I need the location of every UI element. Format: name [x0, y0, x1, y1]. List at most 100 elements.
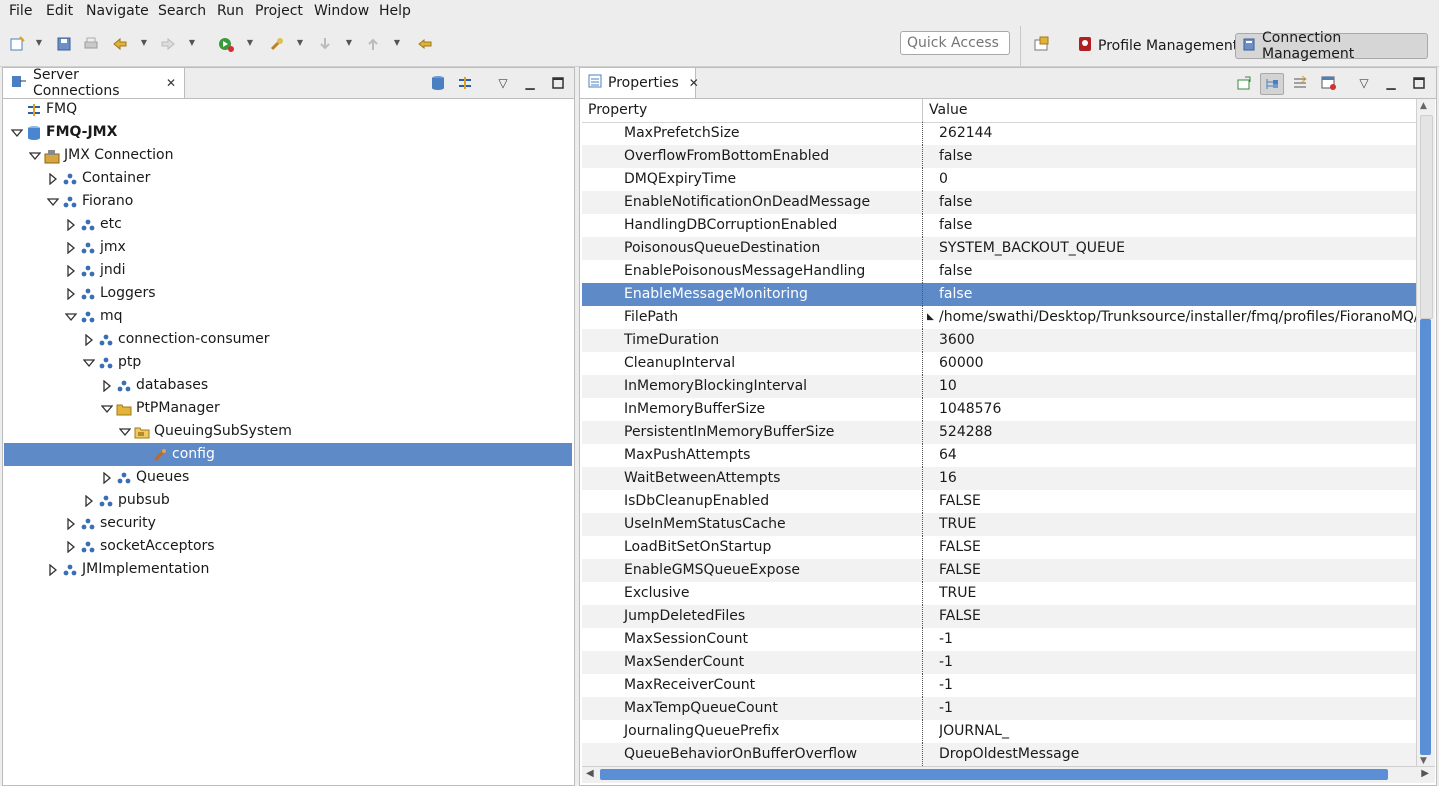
property-value[interactable]: 10: [939, 375, 1417, 398]
property-row[interactable]: MaxSessionCount -1: [582, 628, 1417, 651]
property-value[interactable]: 0: [939, 168, 1417, 191]
property-row[interactable]: OverflowFromBottomEnabled false: [582, 145, 1417, 168]
expanded-twisty-icon[interactable]: [46, 190, 60, 213]
scroll-down-icon[interactable]: ▼: [1420, 756, 1427, 766]
collapsed-twisty-icon[interactable]: [46, 167, 60, 190]
property-value[interactable]: false: [939, 145, 1417, 168]
property-value[interactable]: 262144: [939, 122, 1417, 145]
expanded-twisty-icon[interactable]: [10, 121, 24, 144]
menu-run[interactable]: Run: [217, 3, 244, 19]
property-value[interactable]: FALSE: [939, 490, 1417, 513]
property-value[interactable]: -1: [939, 674, 1417, 697]
property-row[interactable]: EnableNotificationOnDeadMessage false: [582, 191, 1417, 214]
chevron-down-icon[interactable]: ▼: [245, 37, 255, 49]
tab-server-connections[interactable]: Server Connections ✕: [3, 67, 185, 99]
expanded-twisty-icon[interactable]: [100, 397, 114, 420]
property-row[interactable]: EnableMessageMonitoring false: [582, 283, 1417, 306]
chevron-down-icon[interactable]: ▼: [139, 37, 149, 49]
forward-icon[interactable]: [159, 35, 177, 53]
scroll-right-icon[interactable]: ▶: [1421, 768, 1429, 779]
collapsed-twisty-icon[interactable]: [64, 282, 78, 305]
tree-node[interactable]: PtPManager: [4, 397, 572, 420]
property-row[interactable]: MaxSenderCount -1: [582, 651, 1417, 674]
collapsed-twisty-icon[interactable]: [64, 236, 78, 259]
minimize-icon[interactable]: ▁: [1382, 74, 1400, 92]
last-edit-icon[interactable]: [416, 35, 434, 53]
maximize-icon[interactable]: [1410, 74, 1428, 92]
expanded-twisty-icon[interactable]: [82, 351, 96, 374]
connect-icon[interactable]: [456, 74, 474, 92]
menu-search[interactable]: Search: [158, 3, 206, 19]
property-row[interactable]: EnableGMSQueueExpose FALSE: [582, 559, 1417, 582]
property-row[interactable]: QueueBehaviorOnBufferOverflow DropOldestM…: [582, 743, 1417, 766]
property-row[interactable]: IsDbCleanupEnabled FALSE: [582, 490, 1417, 513]
property-value[interactable]: 64: [939, 444, 1417, 467]
property-value[interactable]: JOURNAL_: [939, 720, 1417, 743]
property-value[interactable]: false: [939, 214, 1417, 237]
property-row[interactable]: InMemoryBlockingInterval 10: [582, 375, 1417, 398]
view-menu-icon[interactable]: ▽: [494, 74, 512, 92]
pin-to-selection-icon[interactable]: [1235, 74, 1253, 92]
run-icon[interactable]: [217, 35, 235, 53]
property-value[interactable]: 16: [939, 467, 1417, 490]
quick-access-input[interactable]: [900, 31, 1010, 55]
perspective-connection-management[interactable]: Connection Management: [1235, 30, 1428, 62]
tree-node[interactable]: security: [4, 512, 572, 535]
tree-node[interactable]: Container: [4, 167, 572, 190]
property-value[interactable]: 1048576: [939, 398, 1417, 421]
scroll-up-icon[interactable]: ▲: [1420, 101, 1427, 111]
tree-node[interactable]: databases: [4, 374, 572, 397]
property-row[interactable]: PersistentInMemoryBufferSize 524288: [582, 421, 1417, 444]
scroll-left-icon[interactable]: ◀: [586, 768, 594, 779]
tree-node[interactable]: Fiorano: [4, 190, 572, 213]
property-value[interactable]: FALSE: [939, 559, 1417, 582]
tree-node[interactable]: jndi: [4, 259, 572, 282]
vertical-scrollbar[interactable]: ▲ ▼: [1416, 99, 1435, 769]
property-row[interactable]: PoisonousQueueDestination SYSTEM_BACKOUT_…: [582, 237, 1417, 260]
new-wizard-icon[interactable]: [8, 35, 26, 53]
collapsed-twisty-icon[interactable]: [82, 328, 96, 351]
property-row[interactable]: FilePath/home/swathi/Desktop/Trunksource…: [582, 306, 1417, 329]
property-value[interactable]: -1: [939, 697, 1417, 720]
next-annotation-icon[interactable]: [316, 35, 334, 53]
property-row[interactable]: LoadBitSetOnStartup FALSE: [582, 536, 1417, 559]
property-row[interactable]: Exclusive TRUE: [582, 582, 1417, 605]
hscroll-thumb[interactable]: [600, 769, 1388, 780]
tree-node[interactable]: config: [4, 443, 572, 466]
tree-node[interactable]: jmx: [4, 236, 572, 259]
property-row[interactable]: MaxTempQueueCount -1: [582, 697, 1417, 720]
property-value[interactable]: FALSE: [939, 536, 1417, 559]
collapsed-twisty-icon[interactable]: [64, 535, 78, 558]
minimize-icon[interactable]: ▁: [521, 74, 539, 92]
property-value[interactable]: 3600: [939, 329, 1417, 352]
collapsed-twisty-icon[interactable]: [64, 213, 78, 236]
chevron-down-icon[interactable]: ▼: [295, 37, 305, 49]
property-row[interactable]: MaxPrefetchSize 262144: [582, 122, 1417, 145]
maximize-icon[interactable]: [549, 74, 567, 92]
tree-node[interactable]: QueuingSubSystem: [4, 420, 572, 443]
tree-node[interactable]: etc: [4, 213, 572, 236]
property-value[interactable]: FALSE: [939, 605, 1417, 628]
menu-project[interactable]: Project: [255, 3, 303, 19]
show-advanced-icon[interactable]: [1291, 74, 1309, 92]
tree-node[interactable]: connection-consumer: [4, 328, 572, 351]
column-header-property[interactable]: Property: [588, 102, 647, 118]
property-row[interactable]: EnablePoisonousMessageHandling false: [582, 260, 1417, 283]
property-value[interactable]: false: [939, 191, 1417, 214]
chevron-down-icon[interactable]: ▼: [344, 37, 354, 49]
column-divider[interactable]: [922, 99, 923, 122]
perspective-profile-management[interactable]: Profile Management: [1072, 33, 1244, 59]
property-value[interactable]: -1: [939, 628, 1417, 651]
property-value[interactable]: /home/swathi/Desktop/Trunksource/install…: [939, 306, 1417, 329]
collapsed-twisty-icon[interactable]: [100, 374, 114, 397]
collapsed-twisty-icon[interactable]: [82, 489, 96, 512]
scroll-thumb[interactable]: [1420, 319, 1431, 755]
chevron-down-icon[interactable]: ▼: [187, 37, 197, 49]
show-categories-icon[interactable]: [1260, 73, 1284, 95]
property-value[interactable]: 60000: [939, 352, 1417, 375]
property-row[interactable]: JumpDeletedFiles FALSE: [582, 605, 1417, 628]
property-value[interactable]: 524288: [939, 421, 1417, 444]
database-icon[interactable]: [429, 74, 447, 92]
menu-window[interactable]: Window: [314, 3, 369, 19]
chevron-down-icon[interactable]: ▼: [392, 37, 402, 49]
